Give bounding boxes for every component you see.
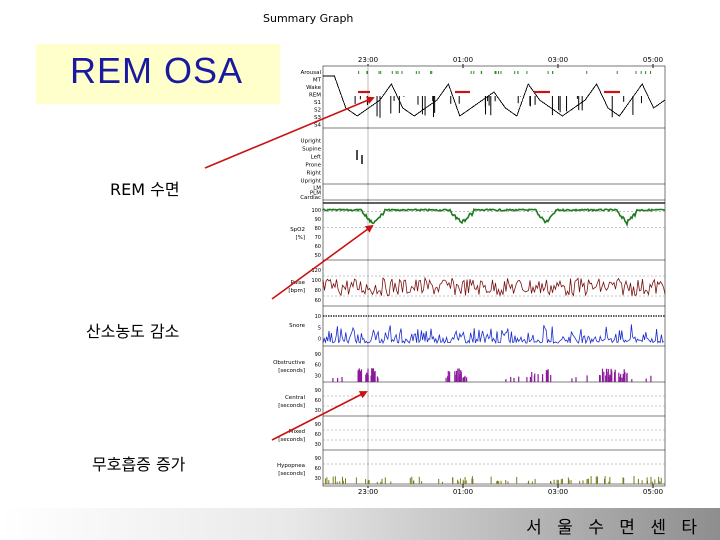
panel-tick-snore: 10 bbox=[315, 314, 321, 320]
panel-tick-obstructive: 90 bbox=[315, 352, 321, 358]
graph-traces bbox=[322, 71, 666, 484]
panel-label-spo2: [%] bbox=[295, 235, 305, 241]
panel-label-hypopnea: Hypopnea bbox=[277, 463, 305, 469]
panel-label-position: Left bbox=[311, 154, 322, 160]
panel-label-hypnogram: S4 bbox=[314, 123, 321, 129]
panel-label-position: Right bbox=[307, 170, 322, 176]
time-tick-label-top: 05:00 bbox=[643, 56, 663, 64]
time-tick-label-top: 03:00 bbox=[548, 56, 568, 64]
panel-tick-spo2: 90 bbox=[315, 217, 321, 223]
panel-tick-central: 60 bbox=[315, 398, 321, 404]
panel-label-obstructive: Obstructive bbox=[273, 360, 306, 366]
hypnogram-trace bbox=[323, 75, 666, 117]
panel-label-hypnogram: REM bbox=[309, 93, 321, 99]
panel-tick-snore: 0 bbox=[318, 337, 321, 343]
panel-tick-hypopnea: 90 bbox=[315, 456, 321, 462]
panel-label-mixed: [seconds] bbox=[278, 437, 305, 443]
slide: REM OSA Summary Graph REM 수면 산소농도 감소 무호흡… bbox=[0, 0, 720, 540]
panel-label-spo2: SpO2 bbox=[290, 227, 305, 233]
panel-tick-mixed: 30 bbox=[315, 442, 321, 448]
panel-label-position: Prone bbox=[305, 162, 321, 168]
annotation-arrows bbox=[204, 96, 375, 441]
panel-label-hypnogram: S2 bbox=[314, 108, 321, 114]
panel-label-hypnogram: S1 bbox=[314, 100, 321, 106]
panel-tick-snore: 5 bbox=[318, 325, 321, 331]
graph-border bbox=[322, 65, 666, 487]
panel-tick-pulse: 80 bbox=[315, 288, 321, 294]
panel-tick-hypopnea: 60 bbox=[315, 466, 321, 472]
panel-label-central: Central bbox=[285, 395, 305, 401]
panel-tick-spo2: 60 bbox=[315, 244, 321, 250]
pulse-trace bbox=[322, 276, 666, 297]
panel-label-hypnogram: MT bbox=[313, 78, 322, 84]
time-tick-label-top: 01:00 bbox=[453, 56, 473, 64]
panel-tick-central: 90 bbox=[315, 388, 321, 394]
panel-tick-obstructive: 30 bbox=[315, 373, 321, 379]
graph-frame bbox=[322, 64, 666, 488]
panel-tick-mixed: 90 bbox=[315, 422, 321, 428]
annotation-arrow-1 bbox=[204, 96, 375, 169]
time-tick-label-top: 23:00 bbox=[358, 56, 378, 64]
panel-label-central: [seconds] bbox=[278, 403, 305, 409]
panel-label-hypnogram: Arousal bbox=[300, 70, 321, 76]
panel-label-position: Supine bbox=[302, 146, 321, 152]
panel-label-hypnogram: Wake bbox=[306, 85, 321, 91]
panel-label-pulse: [bpm] bbox=[288, 288, 305, 294]
panel-tick-central: 30 bbox=[315, 408, 321, 414]
panel-tick-spo2: 70 bbox=[315, 235, 321, 241]
time-tick-label-bottom: 01:00 bbox=[453, 488, 473, 496]
panel-label-obstructive: [seconds] bbox=[278, 368, 305, 374]
footer-text: 서 울 수 면 센 타 bbox=[526, 518, 702, 538]
time-tick-label-bottom: 05:00 bbox=[643, 488, 663, 496]
panel-tick-spo2: 50 bbox=[315, 253, 321, 259]
panel-tick-spo2: 80 bbox=[315, 226, 321, 232]
panel-label-position: Upright bbox=[301, 138, 322, 144]
panel-tick-pulse: 100 bbox=[311, 278, 321, 284]
spo2-trace bbox=[322, 207, 666, 227]
panel-label-misc: Cardiac bbox=[300, 195, 321, 201]
time-tick-label-bottom: 23:00 bbox=[358, 488, 378, 496]
panel-label-position: Upright bbox=[301, 178, 322, 184]
snore-trace bbox=[322, 324, 665, 345]
panel-tick-obstructive: 60 bbox=[315, 363, 321, 369]
time-tick-label-bottom: 03:00 bbox=[548, 488, 568, 496]
panel-label-hypopnea: [seconds] bbox=[278, 471, 305, 477]
summary-graph: 23:00 23:00 01:00 01:00 03:00 03:00 05:00 05:00… bbox=[204, 56, 666, 496]
panel-tick-hypopnea: 30 bbox=[315, 476, 321, 482]
panel-tick-pulse: 60 bbox=[315, 298, 321, 304]
panel-tick-mixed: 60 bbox=[315, 432, 321, 438]
panel-label-snore: Snore bbox=[289, 323, 305, 329]
panel-tick-spo2: 100 bbox=[311, 208, 321, 214]
